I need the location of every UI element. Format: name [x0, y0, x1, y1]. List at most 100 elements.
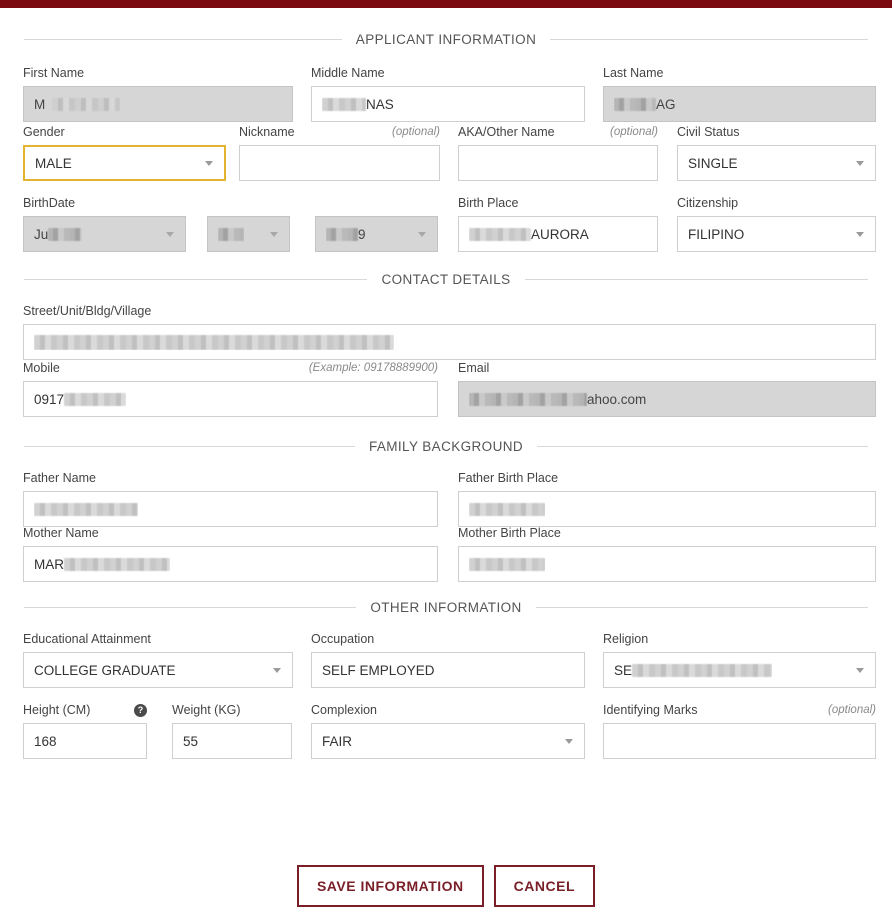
field-height: Height (CM) ? 168 [23, 703, 147, 759]
redaction-block [52, 98, 121, 112]
aka-input[interactable] [458, 145, 658, 181]
redaction-block [48, 228, 83, 242]
redaction-block [614, 98, 656, 112]
divider-left [24, 38, 342, 40]
redaction-block [322, 98, 366, 112]
identifying-marks-input[interactable] [603, 723, 876, 759]
mobile-label-row: Mobile (Example: 09178889900) [23, 361, 438, 375]
redaction-block [64, 558, 170, 572]
mother-name-label: Mother Name [23, 526, 99, 540]
redaction-block [34, 334, 394, 350]
section-applicant-information: APPLICANT INFORMATION [24, 22, 869, 56]
email-label: Email [458, 361, 490, 375]
save-information-button[interactable]: SAVE INFORMATION [296, 865, 484, 907]
middle-name-input[interactable]: NAS [311, 86, 585, 122]
form-actions: SAVE INFORMATION CANCEL [0, 865, 892, 907]
height-label-row: Height (CM) ? [23, 703, 147, 717]
field-weight: Weight (KG) 55 [172, 703, 292, 759]
field-father-name: Father Name [23, 471, 438, 527]
civil-status-value: SINGLE [688, 155, 738, 171]
divider-right [550, 38, 869, 40]
field-identifying-marks: Identifying Marks (optional) [603, 703, 876, 759]
last-name-input: AG [603, 86, 876, 122]
row-gender-nickname: Gender MALE Nickname (optional) AKA/Othe… [16, 120, 876, 191]
weight-input[interactable]: 55 [172, 723, 292, 759]
field-birth-month: BirthDate Ju [23, 196, 186, 252]
applicant-form: APPLICANT INFORMATION First Name M Middl… [0, 22, 892, 907]
gender-select[interactable]: MALE [23, 145, 226, 181]
birth-place-label: Birth Place [458, 196, 519, 210]
middle-name-value: NAS [366, 96, 394, 112]
row-height-weight-complexion: Height (CM) ? 168 Weight (KG) 55 Complex… [16, 695, 876, 759]
citizenship-select[interactable]: FILIPINO [677, 216, 876, 252]
mother-name-value: MAR [34, 556, 64, 572]
mobile-label: Mobile [23, 361, 60, 375]
education-select[interactable]: COLLEGE GRADUATE [23, 652, 293, 688]
mobile-input[interactable]: 0917 [23, 381, 438, 417]
field-birth-day [207, 216, 290, 252]
street-input[interactable] [23, 324, 876, 360]
field-first-name: First Name M [23, 66, 293, 122]
birth-day-select [207, 216, 290, 252]
mobile-value: 0917 [34, 391, 65, 407]
first-name-label: First Name [23, 66, 85, 80]
identifying-marks-optional-tag: (optional) [828, 704, 876, 716]
field-religion: Religion SE [603, 632, 876, 688]
mobile-example-hint: (Example: 09178889900) [308, 362, 438, 374]
email-input: ahoo.com [458, 381, 876, 417]
divider-left [24, 278, 368, 280]
last-name-value: AG [656, 96, 676, 112]
complexion-label: Complexion [311, 703, 378, 717]
complexion-select[interactable]: FAIR [311, 723, 585, 759]
email-value: ahoo.com [587, 391, 647, 407]
section-title: APPLICANT INFORMATION [355, 31, 537, 47]
identifying-marks-label-row: Identifying Marks (optional) [603, 703, 876, 717]
last-name-label: Last Name [603, 66, 664, 80]
aka-optional-tag: (optional) [610, 126, 658, 138]
weight-value: 55 [183, 733, 199, 749]
help-icon[interactable]: ? [134, 703, 147, 717]
field-birth-place: Birth Place AURORA [458, 196, 658, 252]
field-middle-name: Middle Name NAS [311, 66, 585, 122]
mother-birth-place-input[interactable] [458, 546, 876, 582]
field-street: Street/Unit/Bldg/Village [23, 304, 876, 360]
mother-name-input[interactable]: MAR [23, 546, 438, 582]
field-mother-birth-place: Mother Birth Place [458, 526, 876, 582]
section-title: OTHER INFORMATION [370, 599, 522, 615]
nickname-label-row: Nickname (optional) [239, 125, 440, 139]
civil-status-select[interactable]: SINGLE [677, 145, 876, 181]
gender-label: Gender [23, 125, 65, 139]
father-name-input[interactable] [23, 491, 438, 527]
weight-label: Weight (KG) [172, 703, 241, 717]
redaction-block [632, 664, 773, 678]
first-name-input: M [23, 86, 293, 122]
occupation-label: Occupation [311, 632, 375, 646]
redaction-block [218, 228, 244, 242]
row-mobile-email: Mobile (Example: 09178889900) 0917 Email… [16, 359, 876, 429]
religion-select[interactable]: SE [603, 652, 876, 688]
section-title: FAMILY BACKGROUND [368, 438, 524, 454]
height-label: Height (CM) [23, 703, 91, 717]
section-title: CONTACT DETAILS [381, 271, 511, 287]
height-input[interactable]: 168 [23, 723, 147, 759]
birth-year-value: 9 [358, 226, 366, 242]
cancel-button[interactable]: CANCEL [493, 865, 596, 907]
birth-place-input[interactable]: AURORA [458, 216, 658, 252]
religion-value: SE [614, 662, 633, 678]
row-father: Father Name Father Birth Place [16, 463, 876, 527]
education-value: COLLEGE GRADUATE [34, 662, 176, 678]
section-other-information: OTHER INFORMATION [24, 590, 869, 624]
field-mother-name: Mother Name MAR [23, 526, 438, 582]
field-education: Educational Attainment COLLEGE GRADUATE [23, 632, 293, 688]
civil-status-label: Civil Status [677, 125, 740, 139]
field-email: Email ahoo.com [458, 361, 876, 417]
field-mobile: Mobile (Example: 09178889900) 0917 [23, 361, 438, 417]
occupation-input[interactable]: SELF EMPLOYED [311, 652, 585, 688]
father-name-label: Father Name [23, 471, 96, 485]
birth-month-select: Ju [23, 216, 186, 252]
field-complexion: Complexion FAIR [311, 703, 585, 759]
father-birth-place-input[interactable] [458, 491, 876, 527]
street-label: Street/Unit/Bldg/Village [23, 304, 152, 318]
birth-year-select: 9 [315, 216, 438, 252]
nickname-input[interactable] [239, 145, 440, 181]
